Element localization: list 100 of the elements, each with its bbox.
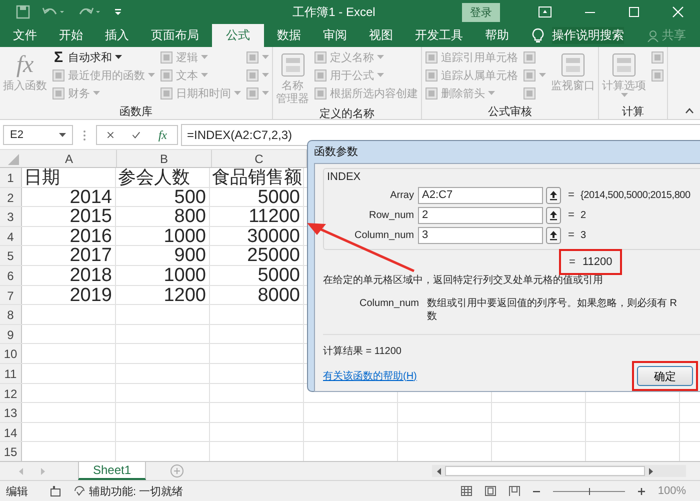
collapse-dialog-icon[interactable] xyxy=(546,186,561,204)
table-cell: 2019 xyxy=(22,286,116,304)
row-header[interactable]: 2 xyxy=(0,188,22,206)
dialog-title: 函数参数 xyxy=(313,145,359,160)
row-header[interactable]: 3 xyxy=(0,207,22,226)
table-cell: 900 xyxy=(116,246,210,265)
page-break-view-icon[interactable] xyxy=(508,486,520,496)
dropdown-caret-icon xyxy=(59,132,66,138)
zoom-in-icon[interactable] xyxy=(638,488,645,494)
collapse-dialog-icon[interactable] xyxy=(546,226,561,244)
function-description: 在给定的单元格区域中，返回特定行列交叉处单元格的值或引用 xyxy=(323,274,604,287)
table-cell: 800 xyxy=(116,207,210,226)
scroll-left-icon[interactable] xyxy=(436,468,441,474)
tell-me-search[interactable]: 操作说明搜索 xyxy=(552,27,624,44)
table-cell: 1000 xyxy=(116,266,210,285)
scrollbar-thumb[interactable] xyxy=(445,466,645,476)
table-cell: 2015 xyxy=(22,207,116,226)
table-cell: 2014 xyxy=(22,188,116,206)
command-icon xyxy=(278,52,306,78)
lightbulb-icon[interactable] xyxy=(532,28,544,44)
page-layout-view-icon[interactable] xyxy=(484,486,496,496)
grip-icon xyxy=(83,130,86,140)
table-cell: 2018 xyxy=(22,266,116,285)
command-icon xyxy=(425,51,438,64)
sign-in-button[interactable]: 登录 xyxy=(462,2,500,22)
column-header[interactable]: B xyxy=(117,150,212,167)
argument-value: {2014,500,5000;2015,800 xyxy=(580,188,690,202)
collapse-dialog-icon[interactable] xyxy=(546,206,561,224)
command-icon xyxy=(160,69,173,82)
check-icon[interactable] xyxy=(132,130,140,140)
status-mode: 编辑 xyxy=(6,484,28,498)
row-header[interactable]: 8 xyxy=(0,305,22,324)
ribbon-tab[interactable]: 数据 xyxy=(266,24,312,47)
close-icon[interactable] xyxy=(672,6,684,18)
name-box[interactable]: E2 xyxy=(3,125,73,145)
command-icon xyxy=(246,87,259,100)
macro-record-icon[interactable] xyxy=(50,486,61,496)
ribbon-tab[interactable]: 视图 xyxy=(358,24,404,47)
ribbon-tab[interactable]: 插入 xyxy=(94,24,140,47)
row-header[interactable]: 11 xyxy=(0,364,22,383)
customize-icon[interactable] xyxy=(114,7,122,17)
help-link[interactable]: 有关该函数的帮助(H) xyxy=(323,370,417,382)
row-header[interactable]: 10 xyxy=(0,344,22,363)
table-cell: 参会人数 xyxy=(116,168,210,187)
equals-sign: = xyxy=(568,208,574,222)
ribbon-group-label: 函数库 xyxy=(118,104,154,119)
column-header[interactable]: C xyxy=(212,150,307,167)
maximize-icon[interactable] xyxy=(628,6,640,18)
ribbon-command[interactable]: Σ 自动求和 xyxy=(52,50,155,65)
row-header[interactable]: 7 xyxy=(0,286,22,304)
row-header[interactable]: 5 xyxy=(0,246,22,265)
argument-value: 2 xyxy=(580,208,586,222)
argument-field[interactable]: 2 xyxy=(418,206,543,224)
argument-label: Array xyxy=(389,188,415,202)
collapse-ribbon-icon[interactable] xyxy=(685,108,694,114)
table-cell: 30000 xyxy=(210,226,304,246)
argument-value: 3 xyxy=(580,228,586,242)
row-header[interactable]: 12 xyxy=(0,384,22,402)
horizontal-scrollbar[interactable] xyxy=(432,465,686,477)
ribbon-tab[interactable]: 公式 xyxy=(212,24,264,47)
command-icon xyxy=(314,69,327,82)
ribbon-tab[interactable]: 开发工具 xyxy=(404,24,474,47)
command-icon xyxy=(314,87,327,100)
ribbon-group-label: 计算 xyxy=(621,105,645,119)
table-cell: 5000 xyxy=(210,188,304,206)
argument-field[interactable]: 3 xyxy=(418,226,543,244)
sheet-tab[interactable]: Sheet1 xyxy=(78,462,146,480)
row-header[interactable]: 6 xyxy=(0,266,22,285)
argument-label: Column_num xyxy=(354,228,415,242)
cancel-icon[interactable] xyxy=(107,130,114,140)
row-header[interactable]: 15 xyxy=(0,442,22,461)
ribbon-tab[interactable]: 页面布局 xyxy=(140,24,210,47)
argument-field[interactable]: A2:C7 xyxy=(418,186,543,204)
ribbon-tab[interactable]: 审阅 xyxy=(312,24,358,47)
formula-result: 计算结果 = 11200 xyxy=(323,345,402,358)
equals-sign: = xyxy=(569,256,576,268)
row-header[interactable]: 9 xyxy=(0,324,22,344)
table-cell: 1200 xyxy=(116,286,210,304)
row-header[interactable]: 14 xyxy=(0,422,22,442)
row-header[interactable]: 13 xyxy=(0,403,22,422)
table-cell: 日期 xyxy=(22,168,116,187)
scroll-right-icon[interactable] xyxy=(649,468,654,474)
function-name: INDEX xyxy=(326,171,362,185)
row-header[interactable]: 4 xyxy=(0,226,22,246)
insert-function-button[interactable]: fx xyxy=(158,128,167,142)
ribbon-display-icon[interactable] xyxy=(538,6,552,18)
ribbon-tab[interactable]: 帮助 xyxy=(474,24,520,47)
column-header[interactable]: A xyxy=(22,150,117,167)
accessibility-icon[interactable] xyxy=(73,485,86,497)
normal-view-icon[interactable] xyxy=(460,486,472,496)
command-icon xyxy=(523,87,536,100)
ribbon-tab[interactable]: 文件 xyxy=(0,24,48,47)
ribbon-tab[interactable]: 开始 xyxy=(48,24,94,47)
command-icon xyxy=(52,87,65,100)
row-header[interactable]: 1 xyxy=(0,168,22,187)
ok-button[interactable]: 确定 xyxy=(637,366,693,386)
command-icon xyxy=(523,51,536,64)
save-icon[interactable] xyxy=(16,5,30,19)
zoom-level[interactable]: 100% xyxy=(658,485,686,497)
accessibility-status[interactable]: 辅助功能: 一切就绪 xyxy=(89,484,184,498)
